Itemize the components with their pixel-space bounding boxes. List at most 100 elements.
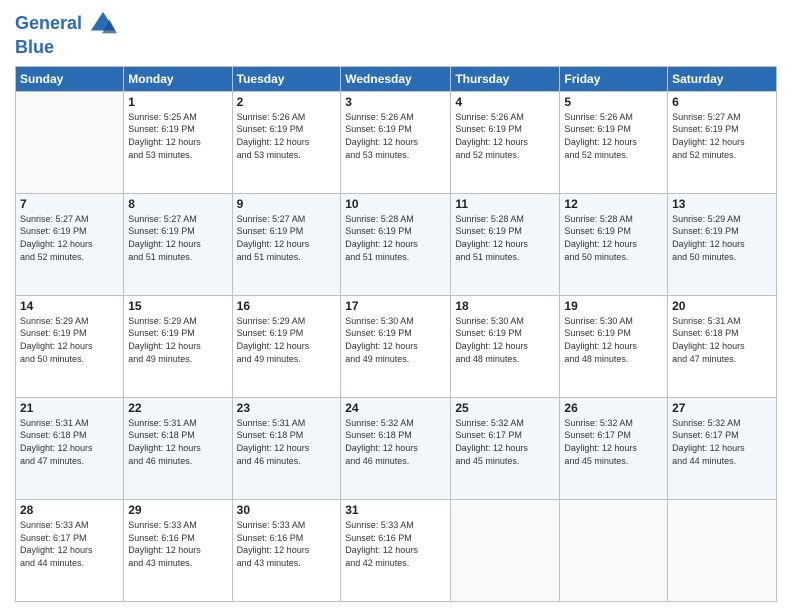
day-info: Sunrise: 5:27 AM Sunset: 6:19 PM Dayligh… — [237, 213, 337, 263]
day-number: 7 — [20, 197, 119, 211]
weekday-header: Monday — [124, 66, 232, 91]
calendar-day-cell: 2Sunrise: 5:26 AM Sunset: 6:19 PM Daylig… — [232, 91, 341, 193]
day-number: 1 — [128, 95, 227, 109]
day-info: Sunrise: 5:30 AM Sunset: 6:19 PM Dayligh… — [345, 315, 446, 365]
day-number: 28 — [20, 503, 119, 517]
day-info: Sunrise: 5:32 AM Sunset: 6:17 PM Dayligh… — [564, 417, 663, 467]
calendar-day-cell: 4 Sunrise: 5:26 AM Sunset: 6:19 PM Daylig… — [451, 91, 560, 193]
day-number: 16 — [237, 299, 337, 313]
day-info: Sunrise: 5:32 AM Sunset: 6:17 PM Dayligh… — [672, 417, 772, 467]
calendar-day-cell: 24Sunrise: 5:32 AM Sunset: 6:18 PM Dayli… — [341, 397, 451, 499]
calendar-week-row: 1 Sunrise: 5:25 AM Sunset: 6:19 PM Daylig… — [16, 91, 777, 193]
calendar-week-row: 28 Sunrise: 5:33 AM Sunset: 6:17 PM Dayli… — [16, 499, 777, 601]
weekday-header: Saturday — [668, 66, 777, 91]
day-number: 19 — [564, 299, 663, 313]
calendar-day-cell — [560, 499, 668, 601]
weekday-header: Friday — [560, 66, 668, 91]
calendar-table: SundayMondayTuesdayWednesdayThursdayFrid… — [15, 66, 777, 602]
day-number: 13 — [672, 197, 772, 211]
day-number: 31 — [345, 503, 446, 517]
logo-text: General — [15, 10, 117, 38]
day-info: Sunrise: 5:28 AM Sunset: 6:19 PM Dayligh… — [564, 213, 663, 263]
day-info: Sunrise: 5:26 AM Sunset: 6:19 PM Dayligh… — [455, 111, 555, 161]
calendar-day-cell: 3 Sunrise: 5:26 AM Sunset: 6:19 PM Daylig… — [341, 91, 451, 193]
day-info: Sunrise: 5:29 AM Sunset: 6:19 PM Dayligh… — [128, 315, 227, 365]
calendar-week-row: 7 Sunrise: 5:27 AM Sunset: 6:19 PM Daylig… — [16, 193, 777, 295]
calendar-day-cell: 5 Sunrise: 5:26 AM Sunset: 6:19 PM Daylig… — [560, 91, 668, 193]
weekday-header: Thursday — [451, 66, 560, 91]
day-info: Sunrise: 5:29 AM Sunset: 6:19 PM Dayligh… — [672, 213, 772, 263]
calendar-day-cell: 31 Sunrise: 5:33 AM Sunset: 6:16 PM Dayli… — [341, 499, 451, 601]
day-info: Sunrise: 5:27 AM Sunset: 6:19 PM Dayligh… — [672, 111, 772, 161]
day-info: Sunrise: 5:26 AM Sunset: 6:19 PM Dayligh… — [345, 111, 446, 161]
day-info: Sunrise: 5:33 AM Sunset: 6:17 PM Dayligh… — [20, 519, 119, 569]
day-info: Sunrise: 5:29 AM Sunset: 6:19 PM Dayligh… — [20, 315, 119, 365]
calendar-day-cell: 15 Sunrise: 5:29 AM Sunset: 6:19 PM Dayli… — [124, 295, 232, 397]
calendar-header-row: SundayMondayTuesdayWednesdayThursdayFrid… — [16, 66, 777, 91]
day-number: 3 — [345, 95, 446, 109]
calendar-day-cell: 9Sunrise: 5:27 AM Sunset: 6:19 PM Daylig… — [232, 193, 341, 295]
day-number: 25 — [455, 401, 555, 415]
day-info: Sunrise: 5:26 AM Sunset: 6:19 PM Dayligh… — [564, 111, 663, 161]
calendar-week-row: 14 Sunrise: 5:29 AM Sunset: 6:19 PM Dayli… — [16, 295, 777, 397]
calendar-day-cell: 6 Sunrise: 5:27 AM Sunset: 6:19 PM Daylig… — [668, 91, 777, 193]
day-info: Sunrise: 5:27 AM Sunset: 6:19 PM Dayligh… — [128, 213, 227, 263]
day-info: Sunrise: 5:27 AM Sunset: 6:19 PM Dayligh… — [20, 213, 119, 263]
calendar-day-cell: 16 Sunrise: 5:29 AM Sunset: 6:19 PM Dayli… — [232, 295, 341, 397]
day-info: Sunrise: 5:30 AM Sunset: 6:19 PM Dayligh… — [455, 315, 555, 365]
calendar-day-cell: 7 Sunrise: 5:27 AM Sunset: 6:19 PM Daylig… — [16, 193, 124, 295]
calendar-day-cell: 18 Sunrise: 5:30 AM Sunset: 6:19 PM Dayli… — [451, 295, 560, 397]
day-number: 30 — [237, 503, 337, 517]
calendar-day-cell: 26 Sunrise: 5:32 AM Sunset: 6:17 PM Dayli… — [560, 397, 668, 499]
calendar-day-cell: 22 Sunrise: 5:31 AM Sunset: 6:18 PM Dayli… — [124, 397, 232, 499]
day-info: Sunrise: 5:28 AM Sunset: 6:19 PM Dayligh… — [455, 213, 555, 263]
day-number: 26 — [564, 401, 663, 415]
weekday-header: Tuesday — [232, 66, 341, 91]
calendar-day-cell: 29 Sunrise: 5:33 AM Sunset: 6:16 PM Dayli… — [124, 499, 232, 601]
day-info: Sunrise: 5:31 AM Sunset: 6:18 PM Dayligh… — [20, 417, 119, 467]
day-number: 18 — [455, 299, 555, 313]
day-number: 11 — [455, 197, 555, 211]
logo: General Blue — [15, 10, 117, 58]
day-info: Sunrise: 5:26 AM Sunset: 6:19 PM Dayligh… — [237, 111, 337, 161]
day-number: 10 — [345, 197, 446, 211]
calendar-day-cell: 20Sunrise: 5:31 AM Sunset: 6:18 PM Dayli… — [668, 295, 777, 397]
day-info: Sunrise: 5:31 AM Sunset: 6:18 PM Dayligh… — [128, 417, 227, 467]
day-number: 23 — [237, 401, 337, 415]
day-number: 15 — [128, 299, 227, 313]
day-info: Sunrise: 5:33 AM Sunset: 6:16 PM Dayligh… — [128, 519, 227, 569]
calendar-day-cell: 21Sunrise: 5:31 AM Sunset: 6:18 PM Dayli… — [16, 397, 124, 499]
day-number: 4 — [455, 95, 555, 109]
calendar-day-cell: 13 Sunrise: 5:29 AM Sunset: 6:19 PM Dayli… — [668, 193, 777, 295]
day-info: Sunrise: 5:33 AM Sunset: 6:16 PM Dayligh… — [345, 519, 446, 569]
day-info: Sunrise: 5:30 AM Sunset: 6:19 PM Dayligh… — [564, 315, 663, 365]
page: General Blue SundayMondayTuesdayWednesda… — [0, 0, 792, 612]
day-number: 8 — [128, 197, 227, 211]
calendar-day-cell: 17 Sunrise: 5:30 AM Sunset: 6:19 PM Dayli… — [341, 295, 451, 397]
day-info: Sunrise: 5:33 AM Sunset: 6:16 PM Dayligh… — [237, 519, 337, 569]
calendar-day-cell: 12Sunrise: 5:28 AM Sunset: 6:19 PM Dayli… — [560, 193, 668, 295]
calendar-week-row: 21Sunrise: 5:31 AM Sunset: 6:18 PM Dayli… — [16, 397, 777, 499]
header: General Blue — [15, 10, 777, 58]
day-number: 22 — [128, 401, 227, 415]
day-info: Sunrise: 5:25 AM Sunset: 6:19 PM Dayligh… — [128, 111, 227, 161]
day-number: 5 — [564, 95, 663, 109]
day-number: 29 — [128, 503, 227, 517]
calendar-day-cell: 30 Sunrise: 5:33 AM Sunset: 6:16 PM Dayli… — [232, 499, 341, 601]
calendar-day-cell — [451, 499, 560, 601]
day-number: 17 — [345, 299, 446, 313]
day-info: Sunrise: 5:29 AM Sunset: 6:19 PM Dayligh… — [237, 315, 337, 365]
calendar-day-cell: 19 Sunrise: 5:30 AM Sunset: 6:19 PM Dayli… — [560, 295, 668, 397]
day-number: 6 — [672, 95, 772, 109]
calendar-day-cell — [668, 499, 777, 601]
calendar-day-cell: 10 Sunrise: 5:28 AM Sunset: 6:19 PM Dayli… — [341, 193, 451, 295]
day-info: Sunrise: 5:31 AM Sunset: 6:18 PM Dayligh… — [237, 417, 337, 467]
weekday-header: Sunday — [16, 66, 124, 91]
calendar-day-cell: 27Sunrise: 5:32 AM Sunset: 6:17 PM Dayli… — [668, 397, 777, 499]
day-number: 20 — [672, 299, 772, 313]
calendar-day-cell: 8 Sunrise: 5:27 AM Sunset: 6:19 PM Daylig… — [124, 193, 232, 295]
day-info: Sunrise: 5:32 AM Sunset: 6:18 PM Dayligh… — [345, 417, 446, 467]
day-number: 14 — [20, 299, 119, 313]
calendar-day-cell: 1 Sunrise: 5:25 AM Sunset: 6:19 PM Daylig… — [124, 91, 232, 193]
day-info: Sunrise: 5:28 AM Sunset: 6:19 PM Dayligh… — [345, 213, 446, 263]
